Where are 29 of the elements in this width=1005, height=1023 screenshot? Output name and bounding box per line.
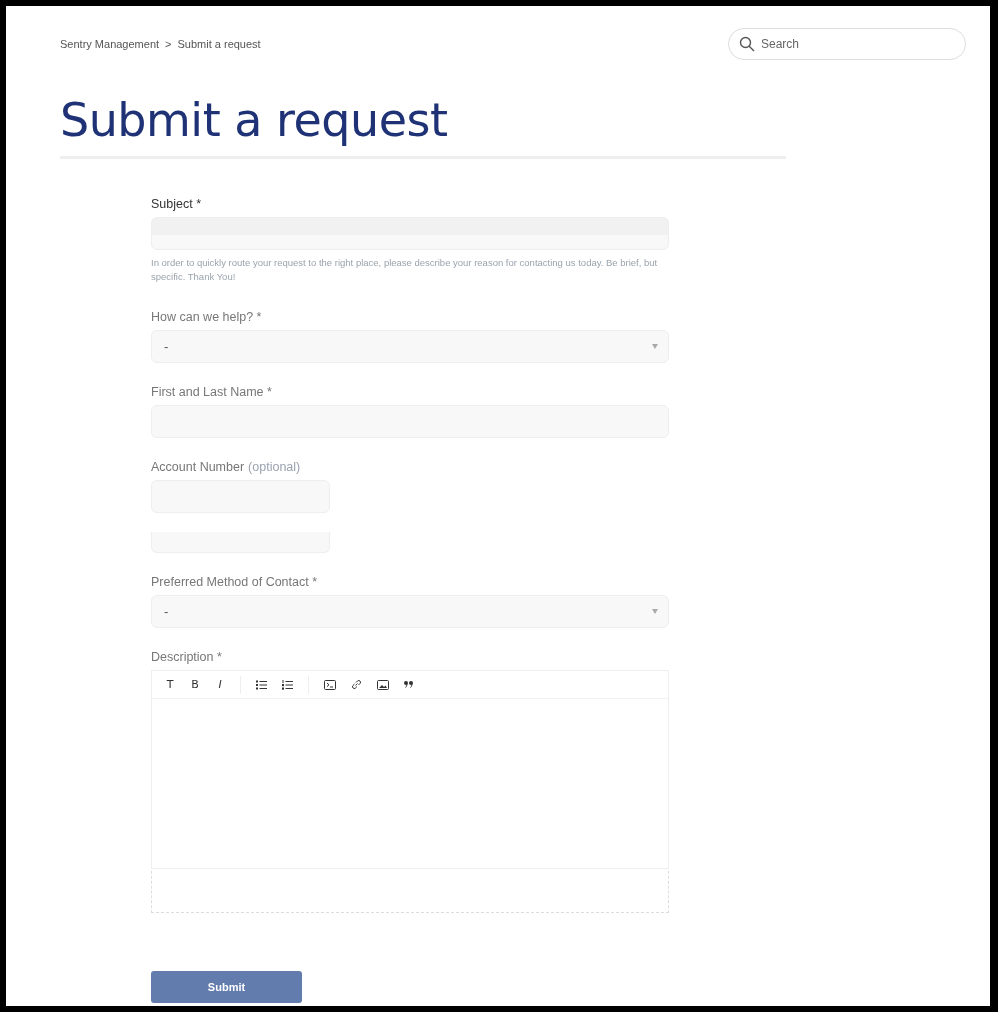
breadcrumb-separator: > [165,38,172,50]
search-field[interactable]: Search [728,28,966,60]
field-label: Subject * [151,197,202,211]
numbered-list-icon[interactable] [282,679,293,690]
image-icon[interactable] [377,679,389,690]
caret-icon [652,609,658,614]
format-button[interactable]: B [190,678,200,691]
field-hint: In order to quickly route your request to the right place, please describe your reason for contacting us today. Be brief, but specific. Thank You! [151,256,659,284]
field-label: First and Last Name * [151,385,272,399]
search-icon [739,36,755,52]
quote-icon[interactable] [404,681,414,688]
field-label: Preferred Method of Contact * [151,575,318,589]
page-title: Submit a request [60,92,449,148]
bulleted-list-icon[interactable] [256,679,267,690]
dropdown-field[interactable]: - [151,330,669,363]
link-icon[interactable] [351,679,362,690]
field-label: How can we help? * [151,310,262,324]
format-button[interactable]: T [165,678,175,691]
breadcrumb-link[interactable]: Sentry Management [60,38,160,50]
field-label: Account Number [151,460,245,474]
format-button[interactable]: I [215,678,225,691]
submit-button[interactable]: Submit [151,971,302,1003]
field-label: Description * [151,650,222,664]
caret-icon [652,344,658,349]
optional-note: (optional) [248,460,301,474]
breadcrumb-current: Submit a request [177,38,261,50]
dropdown-field[interactable]: - [151,595,669,628]
text-editor[interactable]: T B I [151,670,669,869]
code-block-icon[interactable] [324,679,336,690]
